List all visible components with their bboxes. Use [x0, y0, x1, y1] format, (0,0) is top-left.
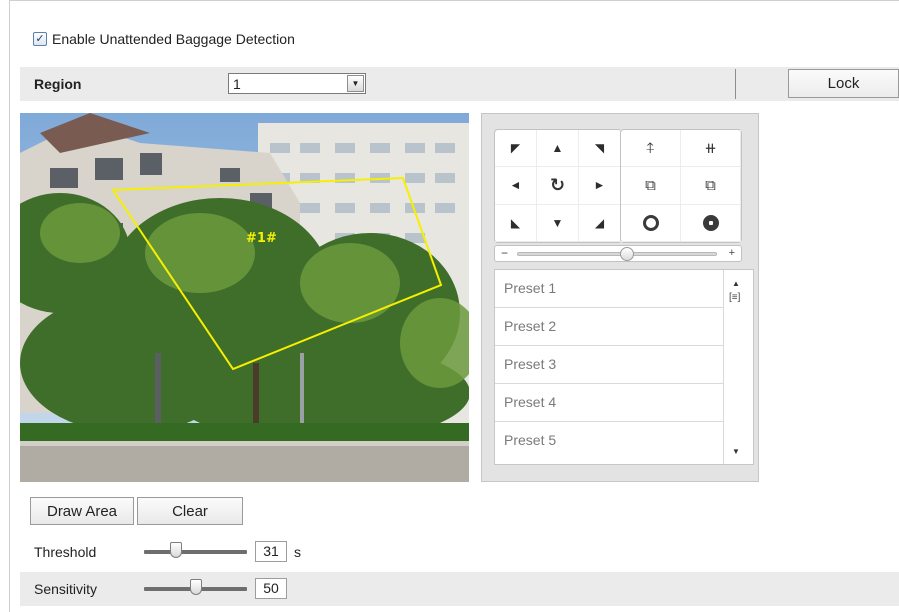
enable-detection-label: Enable Unattended Baggage Detection — [52, 31, 295, 47]
frame-border-top — [9, 0, 899, 1]
enable-detection-row[interactable]: ✓ Enable Unattended Baggage Detection — [33, 31, 295, 47]
arrow-down-left-icon: ◣ — [510, 215, 521, 230]
preset-item[interactable]: Preset 2 — [495, 308, 724, 346]
zoom-out-icon: ⧺ — [704, 140, 717, 158]
threshold-slider-thumb[interactable] — [169, 542, 182, 558]
pan-up-right-button[interactable]: ◥ — [579, 130, 621, 168]
threshold-unit: s — [294, 544, 301, 560]
speed-minus-icon: − — [501, 246, 509, 260]
scroll-down-icon[interactable]: ▼ — [732, 447, 740, 456]
preset-item[interactable]: Preset 4 — [495, 384, 724, 422]
scroll-up-icon[interactable]: ▲ — [732, 279, 740, 288]
zoom-out-button[interactable]: ⧺ — [681, 130, 741, 168]
pan-down-right-button[interactable]: ◢ — [579, 204, 621, 242]
arrow-right-icon: ► — [593, 178, 606, 193]
scroll-grip-icon[interactable]: [≡] — [729, 292, 740, 305]
sensitivity-slider-thumb[interactable] — [189, 579, 202, 595]
pan-up-left-button[interactable]: ◤ — [495, 130, 537, 168]
pan-down-left-button[interactable]: ◣ — [495, 204, 537, 242]
arrow-up-icon: ▲ — [551, 141, 564, 156]
threshold-label: Threshold — [34, 544, 97, 560]
region-label: Region — [34, 76, 82, 92]
enable-detection-checkbox[interactable]: ✓ — [33, 32, 47, 46]
preset-item[interactable]: Preset 1 — [495, 270, 724, 308]
preset-item[interactable]: Preset 3 — [495, 346, 724, 384]
threshold-slider-track[interactable] — [144, 550, 247, 554]
chevron-down-icon[interactable]: ▼ — [347, 75, 364, 92]
ptz-speed-slider[interactable]: − + — [494, 245, 742, 262]
sensitivity-label: Sensitivity — [34, 581, 98, 597]
threshold-value-field[interactable]: 31 — [255, 541, 287, 562]
pan-up-button[interactable]: ▲ — [537, 130, 579, 168]
lock-button[interactable]: Lock — [788, 69, 899, 98]
region-divider — [735, 69, 736, 99]
preset-item[interactable]: Preset 5 — [495, 422, 724, 460]
speed-thumb[interactable] — [620, 247, 634, 261]
region-select-value: 1 — [233, 75, 241, 92]
pan-left-button[interactable]: ◄ — [495, 167, 537, 205]
arrow-up-right-icon: ◥ — [594, 141, 605, 156]
focus-far-button[interactable]: ⧉ — [681, 167, 741, 205]
iris-open-icon — [642, 214, 659, 231]
focus-near-button[interactable]: ⧉ — [621, 167, 681, 205]
iris-close-button[interactable] — [681, 204, 741, 242]
arrow-down-icon: ▼ — [551, 215, 564, 230]
auto-rotate-icon: ↻ — [549, 174, 566, 195]
iris-open-button[interactable] — [621, 204, 681, 242]
auto-scan-button[interactable]: ↻ — [537, 167, 579, 205]
threshold-row: Threshold 31 s — [20, 535, 899, 569]
lens-control-pad: ⍏ ⧺ ⧉ ⧉ — [620, 129, 742, 243]
clear-button[interactable]: Clear — [137, 497, 243, 525]
video-preview[interactable]: #1# — [20, 113, 469, 482]
arrow-left-icon: ◄ — [509, 178, 522, 193]
pan-down-button[interactable]: ▼ — [537, 204, 579, 242]
preset-scrollbar[interactable]: ▲ [≡] ▼ — [723, 270, 753, 464]
speed-track[interactable] — [517, 252, 717, 256]
arrow-up-left-icon: ◤ — [510, 141, 521, 156]
ptz-control-panel: ◤ ▲ ◥ ◄ ↻ ► ◣ ▼ ◢ ⍏ ⧺ ⧉ ⧉ − + Preset 1 P… — [481, 113, 759, 482]
pan-right-button[interactable]: ► — [579, 167, 621, 205]
zoom-in-icon: ⍏ — [645, 139, 655, 157]
frame-border-left — [9, 0, 10, 612]
draw-area-button[interactable]: Draw Area — [30, 497, 134, 525]
roi-region-label: #1# — [246, 231, 277, 246]
focus-near-icon: ⧉ — [645, 176, 656, 194]
direction-pad: ◤ ▲ ◥ ◄ ↻ ► ◣ ▼ ◢ — [494, 129, 622, 243]
camera-scene — [20, 113, 469, 482]
zoom-in-button[interactable]: ⍏ — [621, 130, 681, 168]
region-bar: Region 1 ▼ Lock — [20, 67, 899, 101]
sensitivity-value-field[interactable]: 50 — [255, 578, 287, 599]
region-select[interactable]: 1 ▼ — [228, 73, 366, 94]
focus-far-icon: ⧉ — [705, 176, 716, 194]
speed-plus-icon: + — [728, 247, 735, 259]
arrow-down-right-icon: ◢ — [594, 215, 605, 230]
preset-list: Preset 1 Preset 2 Preset 3 Preset 4 Pres… — [494, 269, 754, 465]
sensitivity-row: Sensitivity 50 — [20, 572, 899, 606]
iris-close-icon — [702, 214, 719, 231]
